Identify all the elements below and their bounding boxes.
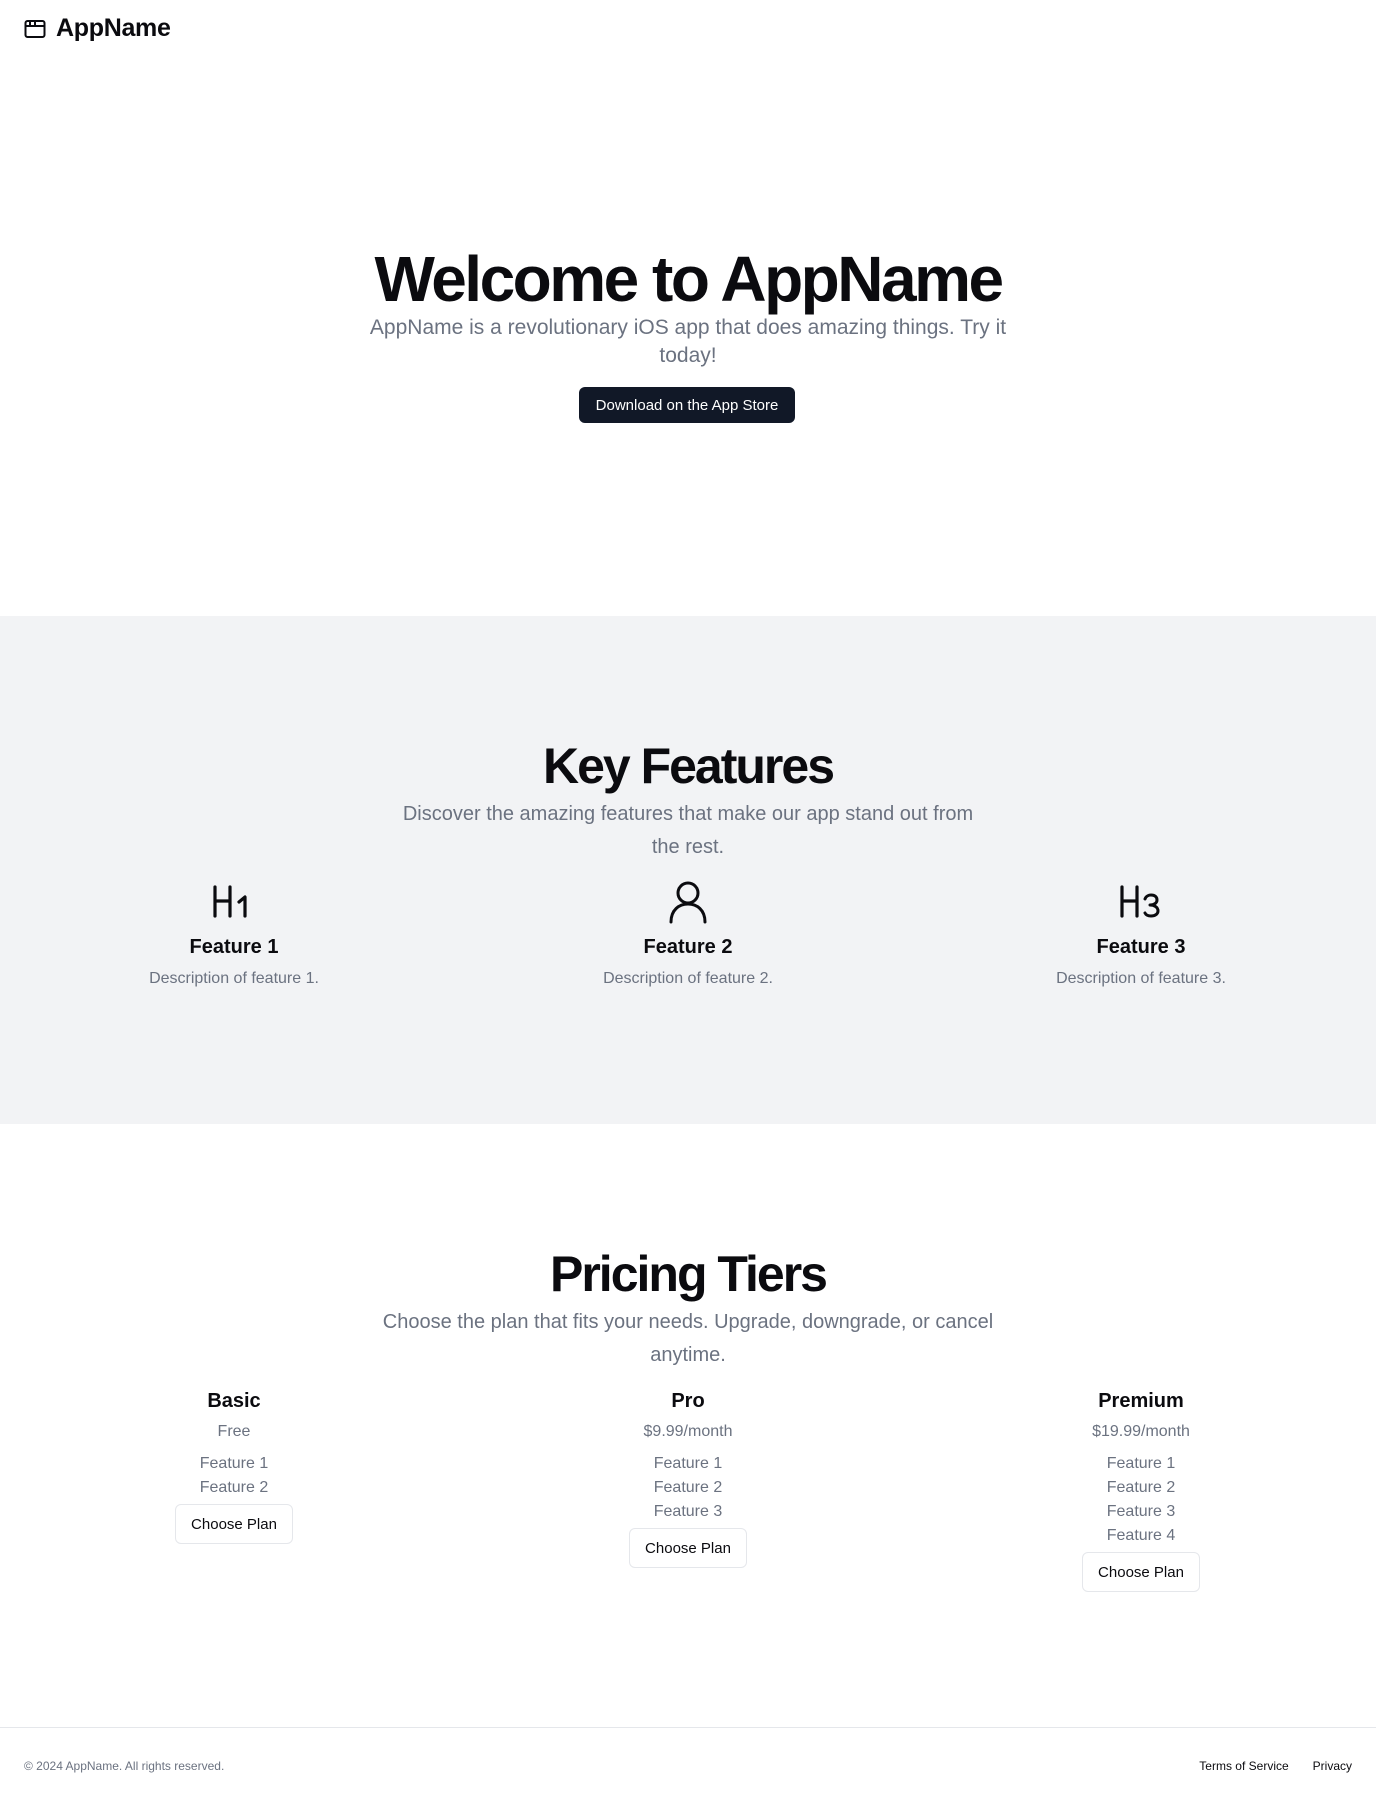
terms-of-service-link[interactable]: Terms of Service bbox=[1199, 1759, 1288, 1773]
features-section: Key Features Discover the amazing featur… bbox=[0, 616, 1376, 1124]
hero-title: Welcome to AppName bbox=[374, 243, 1004, 315]
download-app-store-button[interactable]: Download on the App Store bbox=[579, 387, 795, 423]
site-footer: © 2024 AppName. All rights reserved. Ter… bbox=[0, 1727, 1376, 1796]
tier-feature-list: Feature 1 Feature 2 Feature 3 bbox=[518, 1452, 858, 1524]
tier-name: Premium bbox=[1098, 1390, 1184, 1412]
browser-window-icon bbox=[24, 19, 46, 39]
feature-description: Description of feature 1. bbox=[149, 970, 319, 987]
tier-feature: Feature 2 bbox=[1106, 1479, 1176, 1496]
tier-feature: Feature 1 bbox=[199, 1455, 269, 1472]
pricing-title: Pricing Tiers bbox=[550, 1246, 828, 1302]
site-header: AppName bbox=[0, 0, 1376, 56]
tier-feature: Feature 3 bbox=[1106, 1503, 1176, 1520]
footer-nav: Terms of Service Privacy bbox=[1199, 1759, 1352, 1773]
tier-price: Free bbox=[217, 1423, 251, 1440]
feature-title: Feature 1 bbox=[189, 936, 279, 958]
heading-3-icon bbox=[971, 880, 1311, 924]
choose-plan-premium-button[interactable]: Choose Plan bbox=[1082, 1552, 1200, 1592]
features-subtitle: Discover the amazing features that make … bbox=[402, 803, 974, 858]
tier-feature: Feature 1 bbox=[1106, 1455, 1176, 1472]
hero-section: Welcome to AppName AppName is a revoluti… bbox=[0, 56, 1376, 616]
tier-price: $19.99/month bbox=[1092, 1423, 1190, 1440]
pricing-tier-basic: Basic Free Feature 1 Feature 2 Choose Pl… bbox=[64, 1388, 404, 1544]
tier-feature: Feature 4 bbox=[1106, 1527, 1176, 1544]
feature-card: Feature 1 Description of feature 1. bbox=[64, 880, 404, 990]
heading-1-icon bbox=[64, 880, 404, 924]
feature-description: Description of feature 2. bbox=[603, 970, 773, 987]
brand-name: AppName bbox=[56, 14, 171, 42]
tier-feature-list: Feature 1 Feature 2 Feature 3 Feature 4 bbox=[971, 1452, 1311, 1548]
hero-subtitle: AppName is a revolutionary iOS app that … bbox=[369, 316, 1007, 367]
brand-link[interactable]: AppName bbox=[24, 14, 171, 43]
pricing-subtitle: Choose the plan that fits your needs. Up… bbox=[382, 1311, 994, 1366]
tier-feature: Feature 1 bbox=[653, 1455, 723, 1472]
tier-price: $9.99/month bbox=[643, 1423, 733, 1440]
pricing-section: Pricing Tiers Choose the plan that fits … bbox=[0, 1124, 1376, 1728]
choose-plan-pro-button[interactable]: Choose Plan bbox=[629, 1528, 747, 1568]
tier-feature: Feature 2 bbox=[199, 1479, 269, 1496]
feature-card: Feature 2 Description of feature 2. bbox=[518, 880, 858, 990]
tier-feature-list: Feature 1 Feature 2 bbox=[64, 1452, 404, 1500]
privacy-link[interactable]: Privacy bbox=[1313, 1759, 1352, 1773]
copyright-text: © 2024 AppName. All rights reserved. bbox=[24, 1759, 225, 1773]
tier-feature: Feature 3 bbox=[653, 1503, 723, 1520]
pricing-tier-pro: Pro $9.99/month Feature 1 Feature 2 Feat… bbox=[518, 1388, 858, 1568]
feature-card: Feature 3 Description of feature 3. bbox=[971, 880, 1311, 990]
feature-title: Feature 3 bbox=[1096, 936, 1186, 958]
feature-description: Description of feature 3. bbox=[1056, 970, 1226, 987]
features-title: Key Features bbox=[542, 738, 835, 794]
tier-name: Pro bbox=[671, 1390, 705, 1412]
feature-title: Feature 2 bbox=[643, 936, 733, 958]
pricing-tier-premium: Premium $19.99/month Feature 1 Feature 2… bbox=[971, 1388, 1311, 1592]
choose-plan-basic-button[interactable]: Choose Plan bbox=[175, 1504, 293, 1544]
tier-feature: Feature 2 bbox=[653, 1479, 723, 1496]
tier-name: Basic bbox=[207, 1390, 261, 1412]
user-icon bbox=[518, 880, 858, 924]
